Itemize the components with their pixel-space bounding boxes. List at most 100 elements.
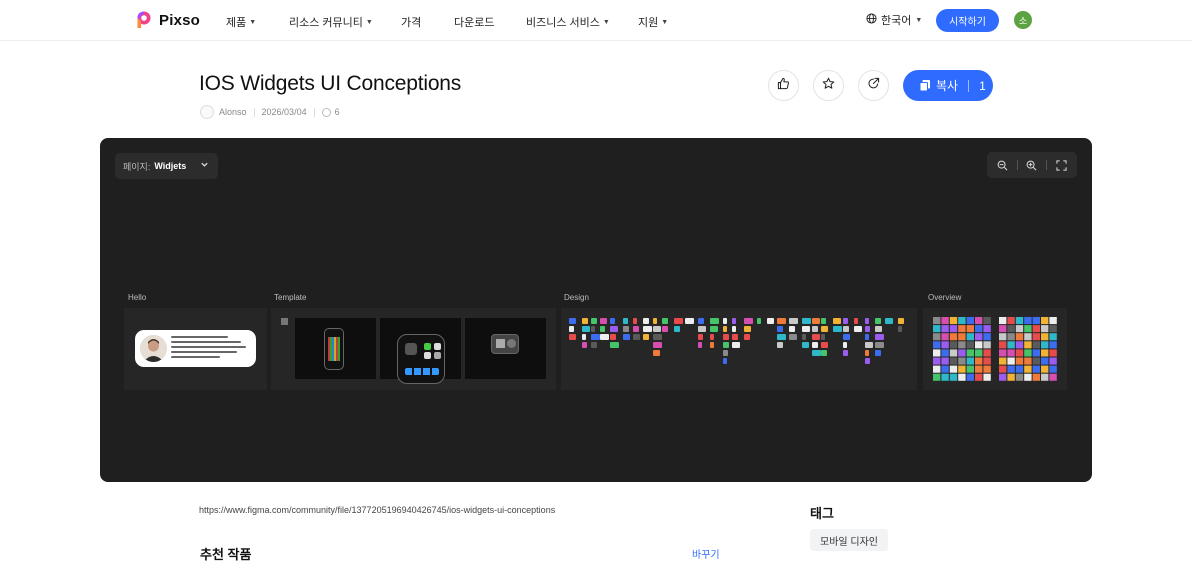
frame-hello[interactable] <box>124 308 267 390</box>
design-widget-chip <box>591 342 597 348</box>
tag-mobile-design[interactable]: 모바일 디자인 <box>810 529 888 551</box>
overview-widget-tile <box>1032 357 1040 365</box>
design-widget-chip <box>875 342 884 348</box>
design-widget-chip <box>569 334 576 340</box>
fullscreen-icon[interactable] <box>1054 157 1070 173</box>
overview-widget-tile <box>966 325 974 333</box>
overview-widget-tile <box>975 325 983 333</box>
overview-widget-tile <box>941 317 949 325</box>
overview-widget-tile <box>1007 317 1015 325</box>
design-widget-chip <box>610 334 616 340</box>
frame-overview[interactable] <box>923 308 1067 390</box>
design-widget-chip <box>732 342 740 348</box>
nav-label: 지원 <box>638 17 659 29</box>
recommended-heading: 추천 작품 <box>200 547 252 562</box>
phone-thumbnail <box>491 334 519 354</box>
copy-count: 1 <box>979 78 986 93</box>
meta-divider <box>313 107 315 117</box>
overview-widget-tile <box>966 333 974 341</box>
nav-label: 제품 <box>226 17 247 29</box>
overview-widget-tile <box>999 365 1007 373</box>
change-recommendations-link[interactable]: 바꾸기 <box>692 546 720 561</box>
user-avatar[interactable]: 소 <box>1014 11 1032 29</box>
frame-design[interactable] <box>561 308 917 390</box>
design-widget-chip <box>723 358 727 364</box>
globe-icon <box>866 13 877 27</box>
design-widget-chip <box>643 318 649 324</box>
design-widget-chip <box>757 318 761 324</box>
overview-widget-tile <box>1032 317 1040 325</box>
overview-widget-tile <box>1041 317 1049 325</box>
overview-widget-tile <box>958 349 966 357</box>
design-widgets-thumbnail <box>569 318 904 364</box>
source-url[interactable]: https://www.figma.com/community/file/137… <box>199 505 555 515</box>
chevron-down-icon: ▼ <box>915 16 923 24</box>
overview-widget-tile <box>975 317 983 325</box>
overview-widget-tile <box>933 357 941 365</box>
nav-item-resource-community[interactable]: 리소스 커뮤니티 ▼ <box>289 14 373 30</box>
zoom-controls <box>987 152 1077 178</box>
design-widget-chip <box>610 326 618 332</box>
overview-widget-tile <box>1049 317 1057 325</box>
start-button[interactable]: 시작하기 <box>936 9 999 32</box>
copy-button[interactable]: 복사 1 <box>903 70 993 101</box>
overview-widget-tile <box>1007 349 1015 357</box>
design-widget-chip <box>875 350 881 356</box>
design-widget-chip <box>812 318 820 324</box>
zoom-divider <box>1016 160 1018 170</box>
design-widget-chip <box>854 326 862 332</box>
design-widget-chip <box>600 318 607 324</box>
nav-item-pricing[interactable]: 가격 <box>401 14 421 30</box>
design-widget-chip <box>685 318 694 324</box>
thumbs-up-icon <box>777 77 790 95</box>
pixso-logo[interactable]: Pixso <box>133 10 200 30</box>
meta-divider <box>253 107 255 117</box>
design-widget-chip <box>633 326 639 332</box>
overview-widget-tile <box>1007 365 1015 373</box>
nav-item-download[interactable]: 다운로드 <box>454 14 494 30</box>
overview-widget-tile <box>1024 333 1032 341</box>
nav-label: 가격 <box>401 17 422 29</box>
author-avatar[interactable] <box>200 105 214 119</box>
design-widget-chip <box>833 326 842 332</box>
author-name[interactable]: Alonso <box>219 107 247 117</box>
overview-widget-tile <box>999 333 1007 341</box>
overview-widget-tile <box>1024 365 1032 373</box>
overview-widget-tile <box>949 341 958 349</box>
overview-widget-tile <box>958 365 966 373</box>
favorite-button[interactable] <box>813 70 844 101</box>
design-widget-chip <box>710 342 714 348</box>
design-widget-chip <box>710 326 718 332</box>
design-widget-chip <box>723 342 729 348</box>
frame-template[interactable] <box>271 308 556 390</box>
design-widget-chip <box>698 326 706 332</box>
overview-widget-tile <box>1015 349 1024 357</box>
copy-label: 복사 <box>936 79 959 93</box>
zoom-out-icon[interactable] <box>994 157 1010 173</box>
design-widget-chip <box>653 350 660 356</box>
overview-widget-tile <box>941 333 949 341</box>
design-widget-chip <box>723 318 727 324</box>
design-widget-chip <box>732 334 738 340</box>
language-selector[interactable]: 한국어 ▼ <box>866 12 922 28</box>
design-widget-chip <box>744 326 751 332</box>
nav-item-business-service[interactable]: 비즈니스 서비스 ▼ <box>526 14 610 30</box>
page-selector[interactable]: 페이지: Widjets <box>115 153 218 179</box>
file-preview-canvas[interactable]: 페이지: Widjets Hello Template Design Overv… <box>100 138 1092 482</box>
like-button[interactable] <box>768 70 799 101</box>
design-widget-chip <box>710 334 714 340</box>
design-widget-chip <box>662 326 668 332</box>
design-widget-chip <box>591 334 600 340</box>
design-widget-chip <box>698 334 703 340</box>
design-widget-chip <box>843 318 848 324</box>
design-widget-chip <box>582 326 590 332</box>
zoom-in-icon[interactable] <box>1024 157 1040 173</box>
publish-date: 2026/03/04 <box>261 107 307 117</box>
nav-item-product[interactable]: 제품 ▼ <box>226 14 256 30</box>
frame-label-template: Template <box>274 293 307 302</box>
share-button[interactable] <box>858 70 889 101</box>
phone-thumbnail <box>397 334 445 384</box>
nav-item-support[interactable]: 지원 ▼ <box>638 14 668 30</box>
copy-divider <box>968 79 970 92</box>
overview-widget-tile <box>983 349 991 357</box>
